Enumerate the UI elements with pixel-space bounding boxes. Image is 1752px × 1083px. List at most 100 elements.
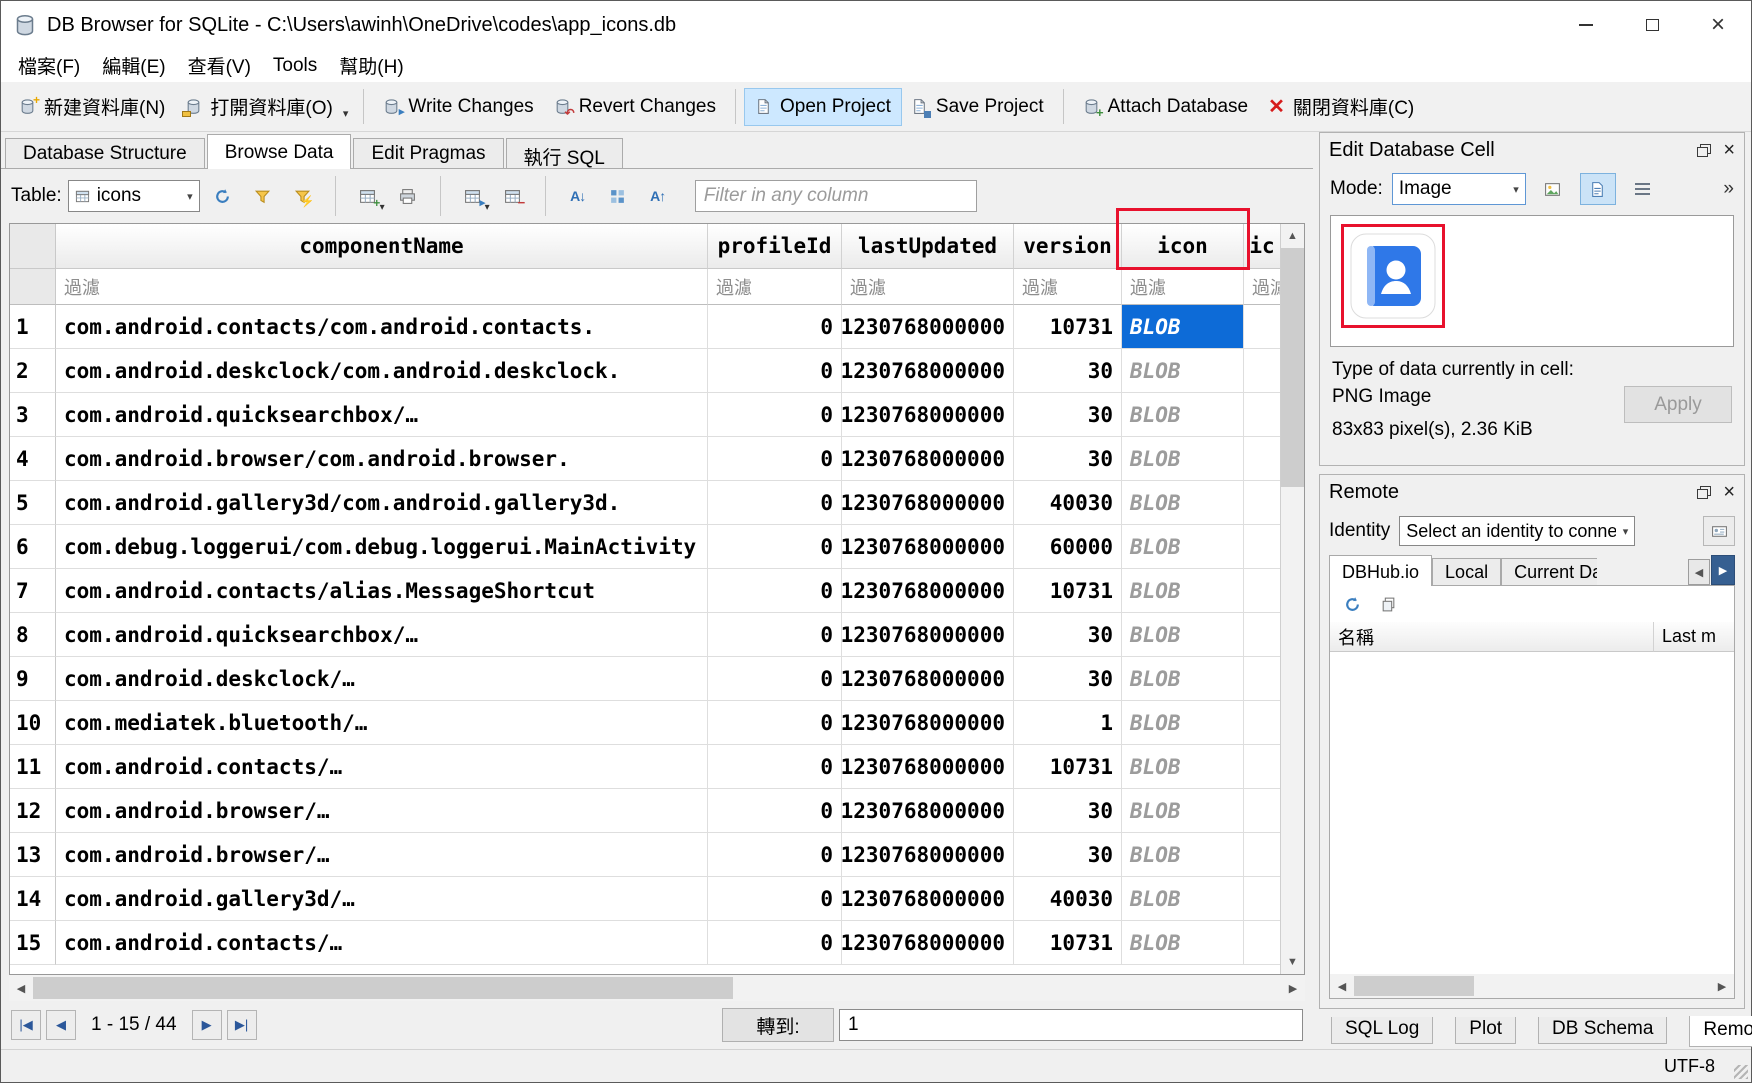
cell-profileid[interactable]: 0 xyxy=(708,877,842,921)
undock-panel-icon[interactable] xyxy=(1697,144,1711,157)
row-number-cell[interactable]: 5 xyxy=(10,481,56,525)
open-database-menu-caret[interactable]: ▾ xyxy=(343,91,355,122)
cell-icon-blob[interactable]: BLOB xyxy=(1122,833,1244,877)
column-header-overflow[interactable]: ic xyxy=(1244,224,1280,269)
import-data-button[interactable] xyxy=(1535,173,1571,205)
filter-input-version[interactable]: 過濾 xyxy=(1014,269,1122,305)
scroll-up-button[interactable]: ▲ xyxy=(1281,224,1304,248)
row-number-cell[interactable]: 11 xyxy=(10,745,56,789)
cell-overflow[interactable] xyxy=(1244,437,1280,481)
vertical-scroll-thumb[interactable] xyxy=(1281,248,1304,487)
cell-profileid[interactable]: 0 xyxy=(708,657,842,701)
first-record-button[interactable]: |◀ xyxy=(11,1010,41,1040)
cell-lastupdated[interactable]: 1230768000000 xyxy=(842,569,1014,613)
vertical-scroll-track[interactable] xyxy=(1281,487,1304,950)
revert-changes-button[interactable]: ↶ Revert Changes xyxy=(544,89,726,125)
cell-profileid[interactable]: 0 xyxy=(708,745,842,789)
toolbar-overflow-chevron[interactable]: » xyxy=(1723,178,1734,200)
global-filter-input[interactable] xyxy=(695,180,977,212)
cell-icon-blob[interactable]: BLOB xyxy=(1122,437,1244,481)
cell-componentname[interactable]: com.android.contacts/… xyxy=(56,921,708,965)
cell-lastupdated[interactable]: 1230768000000 xyxy=(842,349,1014,393)
scroll-right-button[interactable]: ▶ xyxy=(1281,982,1305,995)
close-button[interactable]: × xyxy=(1685,1,1751,49)
cell-profileid[interactable]: 0 xyxy=(708,701,842,745)
goto-input[interactable] xyxy=(839,1009,1303,1041)
cell-componentname[interactable]: com.android.browser/… xyxy=(56,789,708,833)
tab-dbhub[interactable]: DBHub.io xyxy=(1329,555,1432,586)
cell-version[interactable]: 10731 xyxy=(1014,745,1122,789)
cell-componentname[interactable]: com.android.quicksearchbox/… xyxy=(56,393,708,437)
clear-filters-button[interactable] xyxy=(246,180,280,212)
horizontal-scrollbar[interactable]: ◀ ▶ xyxy=(9,975,1305,1001)
cell-icon-blob[interactable]: BLOB xyxy=(1122,789,1244,833)
column-header-profileid[interactable]: profileId xyxy=(708,224,842,269)
cell-lastupdated[interactable]: 1230768000000 xyxy=(842,657,1014,701)
cell-lastupdated[interactable]: 1230768000000 xyxy=(842,921,1014,965)
cell-profileid[interactable]: 0 xyxy=(708,305,842,349)
tab-browse-data[interactable]: Browse Data xyxy=(207,134,352,169)
new-record-button[interactable]: + ▾ xyxy=(351,180,385,212)
save-project-button[interactable]: Save Project xyxy=(901,89,1054,125)
cell-version[interactable]: 60000 xyxy=(1014,525,1122,569)
cell-icon-blob[interactable]: BLOB xyxy=(1122,613,1244,657)
column-header-version[interactable]: version xyxy=(1014,224,1122,269)
cell-lastupdated[interactable]: 1230768000000 xyxy=(842,833,1014,877)
cell-version[interactable]: 10731 xyxy=(1014,569,1122,613)
menu-help[interactable]: 幫助(H) xyxy=(328,50,414,81)
identity-select[interactable]: Select an identity to conne ▾ xyxy=(1399,516,1635,546)
row-number-cell[interactable]: 7 xyxy=(10,569,56,613)
cell-version[interactable]: 40030 xyxy=(1014,481,1122,525)
cell-profileid[interactable]: 0 xyxy=(708,349,842,393)
dock-tab-sql-log[interactable]: SQL Log xyxy=(1331,1017,1433,1044)
cell-lastupdated[interactable]: 1230768000000 xyxy=(842,525,1014,569)
cell-overflow[interactable] xyxy=(1244,525,1280,569)
next-record-button[interactable]: ▶ xyxy=(192,1010,222,1040)
tab-local[interactable]: Local xyxy=(1432,558,1501,585)
row-number-cell[interactable]: 12 xyxy=(10,789,56,833)
scroll-left-button[interactable]: ◀ xyxy=(9,982,33,995)
menu-edit[interactable]: 編輯(E) xyxy=(91,50,176,81)
text-view-button[interactable] xyxy=(1580,173,1616,205)
row-number-cell[interactable]: 4 xyxy=(10,437,56,481)
row-number-cell[interactable]: 6 xyxy=(10,525,56,569)
cell-version[interactable]: 30 xyxy=(1014,393,1122,437)
cell-profileid[interactable]: 0 xyxy=(708,921,842,965)
filter-input-profileid[interactable]: 過濾 xyxy=(708,269,842,305)
cell-version[interactable]: 10731 xyxy=(1014,305,1122,349)
cell-overflow[interactable] xyxy=(1244,877,1280,921)
filter-input-lastupdated[interactable]: 過濾 xyxy=(842,269,1014,305)
resize-grip[interactable] xyxy=(1734,1065,1748,1079)
table-selector[interactable]: icons ▾ xyxy=(68,180,200,212)
filter-options-button[interactable]: ⚡ xyxy=(286,180,320,212)
cell-lastupdated[interactable]: 1230768000000 xyxy=(842,789,1014,833)
remote-refresh-button[interactable] xyxy=(1338,590,1366,618)
cell-icon-blob[interactable]: BLOB xyxy=(1122,657,1244,701)
cell-version[interactable]: 30 xyxy=(1014,437,1122,481)
word-wrap-button[interactable] xyxy=(1625,173,1661,205)
cell-icon-blob[interactable]: BLOB xyxy=(1122,921,1244,965)
mode-select[interactable]: Image ▾ xyxy=(1392,173,1526,205)
last-record-button[interactable]: ▶| xyxy=(227,1010,257,1040)
cell-componentname[interactable]: com.android.contacts/com.android.contact… xyxy=(56,305,708,349)
cell-componentname[interactable]: com.android.contacts/alias.MessageShortc… xyxy=(56,569,708,613)
cell-overflow[interactable] xyxy=(1244,481,1280,525)
open-project-button[interactable]: Open Project xyxy=(745,89,901,125)
tab-scroll-right-button[interactable]: ▶ xyxy=(1711,555,1735,585)
cell-version[interactable]: 10731 xyxy=(1014,921,1122,965)
filter-input-icon[interactable]: 過濾 xyxy=(1122,269,1244,305)
cell-profileid[interactable]: 0 xyxy=(708,437,842,481)
cell-version[interactable]: 40030 xyxy=(1014,877,1122,921)
cell-version[interactable]: 1 xyxy=(1014,701,1122,745)
tab-edit-pragmas[interactable]: Edit Pragmas xyxy=(353,138,503,168)
menu-file[interactable]: 檔案(F) xyxy=(7,50,91,81)
remote-clone-button[interactable] xyxy=(1374,590,1402,618)
delete-record-button[interactable]: − xyxy=(496,180,530,212)
remote-horizontal-scrollbar[interactable]: ◀ ▶ xyxy=(1330,974,1734,998)
refresh-button[interactable] xyxy=(206,180,240,212)
cell-version[interactable]: 30 xyxy=(1014,613,1122,657)
cell-overflow[interactable] xyxy=(1244,349,1280,393)
row-number-cell[interactable]: 13 xyxy=(10,833,56,877)
row-number-cell[interactable]: 8 xyxy=(10,613,56,657)
sort-ascending-button[interactable]: A↓ xyxy=(561,180,595,212)
